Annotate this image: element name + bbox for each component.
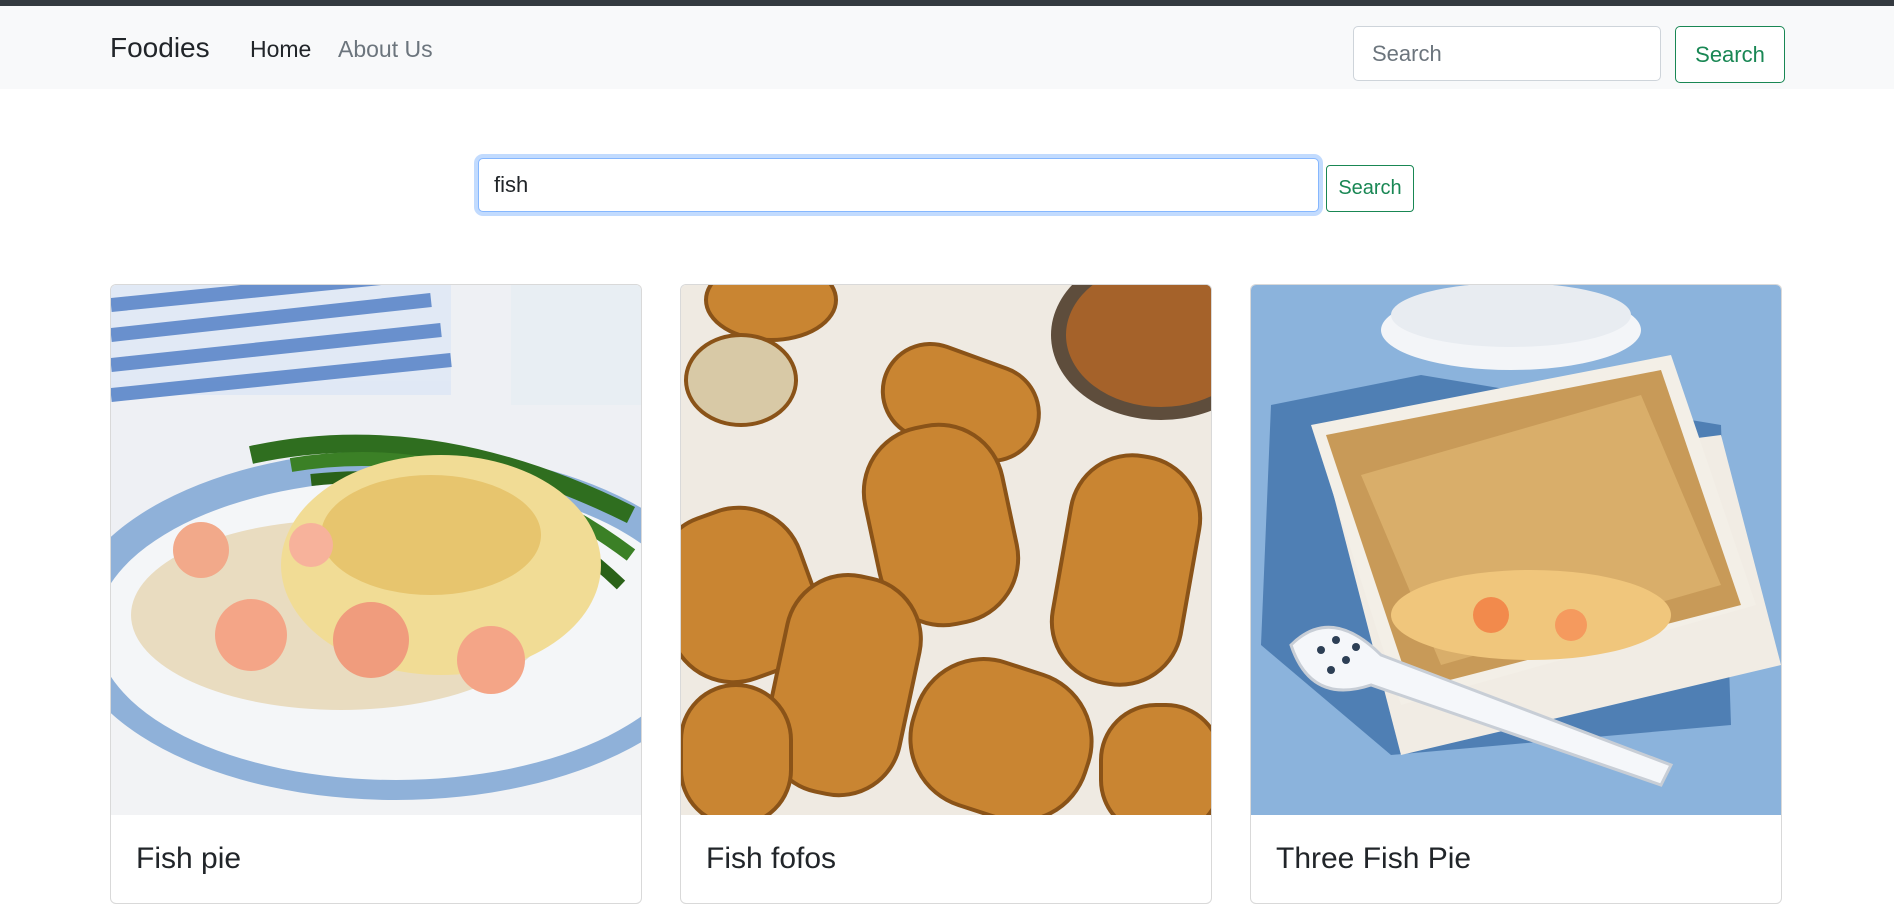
nav-link-home[interactable]: Home (250, 34, 311, 64)
recipe-search-input[interactable] (478, 158, 1319, 212)
recipe-card[interactable]: Fish fofos (680, 284, 1212, 904)
navbar: Foodies Home About Us Search (0, 6, 1894, 89)
recipe-card[interactable]: Fish pie (110, 284, 642, 904)
recipe-search-button[interactable]: Search (1326, 165, 1414, 212)
recipe-image-fish-pie[interactable] (111, 285, 641, 815)
brand-logo[interactable]: Foodies (110, 28, 210, 68)
recipe-title[interactable]: Three Fish Pie (1276, 841, 1471, 877)
recipe-card[interactable]: Three Fish Pie (1250, 284, 1782, 904)
recipe-image-fish-fofos[interactable] (681, 285, 1211, 815)
recipe-title[interactable]: Fish pie (136, 841, 241, 877)
navbar-search-button[interactable]: Search (1675, 26, 1785, 83)
recipe-image-three-fish-pie[interactable] (1251, 285, 1781, 815)
navbar-search-input[interactable] (1353, 26, 1661, 81)
recipe-title[interactable]: Fish fofos (706, 841, 836, 877)
nav-link-about-us[interactable]: About Us (338, 34, 433, 64)
